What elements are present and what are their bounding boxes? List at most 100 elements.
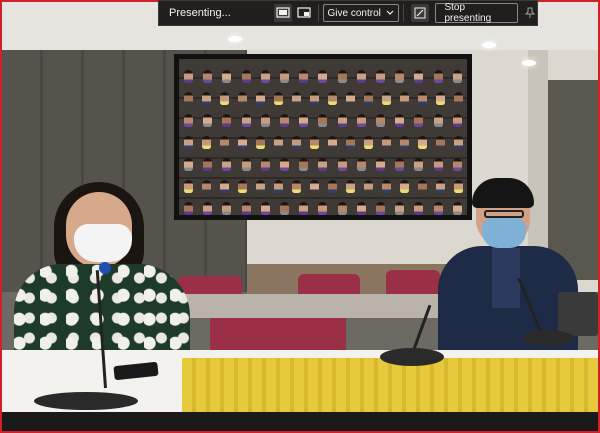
participant-face	[356, 202, 366, 215]
participant-face	[452, 70, 462, 83]
participant-face	[356, 114, 366, 127]
participant-face	[452, 158, 462, 171]
include-computer-sound-icon[interactable]	[273, 4, 293, 22]
share-window-icon[interactable]	[295, 4, 313, 22]
participant-face	[327, 92, 337, 105]
participant-face	[453, 180, 463, 193]
participant-face	[318, 202, 328, 215]
participant-face	[414, 202, 424, 215]
participant-face	[203, 114, 213, 127]
participant-face	[433, 114, 443, 127]
participant-face	[395, 202, 405, 215]
participant-face	[260, 70, 270, 83]
participant-face	[375, 70, 385, 83]
participant-face	[241, 114, 251, 127]
participant-face	[381, 136, 391, 149]
toolbar-divider	[403, 4, 404, 22]
participant-face	[452, 114, 462, 127]
participant-face	[260, 114, 270, 127]
participant-face	[395, 70, 405, 83]
participant-face	[222, 202, 232, 215]
ceiling-light	[482, 42, 496, 48]
video-letterbox	[2, 412, 598, 431]
participant-face	[222, 158, 232, 171]
participant-face	[337, 202, 347, 215]
participant-face	[299, 114, 309, 127]
participant-face	[183, 180, 193, 193]
participant-face	[345, 92, 355, 105]
participant-face	[299, 202, 309, 215]
participant-face	[203, 202, 213, 215]
participant-face	[337, 70, 347, 83]
participant-face	[260, 158, 270, 171]
participant-face	[417, 92, 427, 105]
shared-video-view	[2, 2, 598, 431]
ceiling-light	[228, 36, 242, 42]
participant-face	[299, 158, 309, 171]
participant-face	[327, 136, 337, 149]
annotate-icon[interactable]	[410, 4, 430, 22]
participant-face	[255, 136, 265, 149]
participant-face	[433, 158, 443, 171]
give-control-label: Give control	[327, 7, 381, 19]
video-call-gallery	[179, 59, 467, 215]
participant-face	[375, 158, 385, 171]
table-skirt	[182, 358, 598, 412]
participant-face	[356, 158, 366, 171]
participant-face	[414, 158, 424, 171]
participant-face	[273, 92, 283, 105]
participant-face	[241, 202, 251, 215]
participant-row	[179, 131, 467, 149]
participant-face	[309, 92, 319, 105]
participant-row	[179, 153, 467, 171]
participant-row	[179, 65, 467, 83]
participant-row	[179, 197, 467, 215]
participant-face	[280, 114, 290, 127]
participant-face	[399, 136, 409, 149]
participant-face	[183, 92, 193, 105]
participant-face	[184, 70, 194, 83]
participant-face	[414, 114, 424, 127]
pin-icon[interactable]	[522, 7, 537, 19]
participant-face	[280, 70, 290, 83]
participant-face	[318, 70, 328, 83]
participant-face	[255, 92, 265, 105]
participant-face	[435, 180, 445, 193]
wall-panel	[548, 80, 598, 280]
participant-face	[280, 158, 290, 171]
give-control-dropdown[interactable]: Give control	[322, 4, 400, 22]
participant-face	[327, 180, 337, 193]
participant-face	[291, 92, 301, 105]
participant-face	[433, 202, 443, 215]
microphone-base	[34, 392, 138, 410]
participant-face	[318, 114, 328, 127]
participant-face	[395, 114, 405, 127]
projected-screen	[174, 54, 472, 220]
presenting-status: Presenting...	[169, 7, 231, 19]
participant-face	[433, 70, 443, 83]
participant-face	[291, 180, 301, 193]
glasses	[484, 210, 524, 218]
presenting-toolbar: Presenting... Give control Stop presenti…	[158, 0, 538, 26]
participant-face	[337, 158, 347, 171]
participant-face	[241, 70, 251, 83]
participant-face	[399, 92, 409, 105]
participant-face	[222, 70, 232, 83]
ceiling-light	[522, 60, 536, 66]
participant-face	[452, 202, 462, 215]
laptop	[558, 292, 598, 336]
participant-face	[318, 158, 328, 171]
participant-face	[375, 202, 385, 215]
participant-face	[291, 136, 301, 149]
participant-face	[201, 180, 211, 193]
participant-face	[219, 136, 229, 149]
participant-face	[309, 136, 319, 149]
participant-face	[237, 180, 247, 193]
participant-row	[179, 175, 467, 193]
participant-face	[237, 92, 247, 105]
participant-face	[435, 92, 445, 105]
stop-presenting-button[interactable]: Stop presenting	[435, 2, 519, 24]
participant-face	[363, 180, 373, 193]
participant-face	[184, 202, 194, 215]
participant-face	[222, 114, 232, 127]
